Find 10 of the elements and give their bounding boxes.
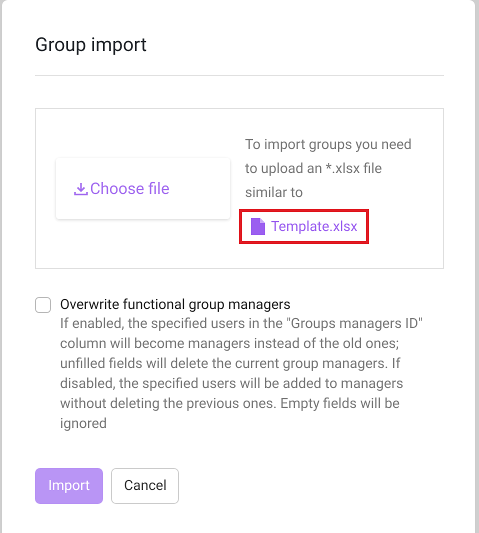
checkbox[interactable] bbox=[35, 297, 51, 313]
choose-file-button[interactable]: Choose file bbox=[56, 158, 230, 219]
download-icon bbox=[73, 180, 89, 196]
checkbox-label: Overwrite functional group managers bbox=[60, 296, 292, 314]
cancel-button[interactable]: Cancel bbox=[111, 468, 179, 504]
dialog-title: Group import bbox=[35, 32, 148, 58]
template-link[interactable]: Template.xlsx bbox=[239, 209, 370, 244]
option-description: If enabled, the specified users in the "Groups managers ID" column will become managers instead of the old ones; unfilled fields will delete the current group managers. If disabled, the specified users will be added to managers without deleting the previous ones. Empty fields will be ignored bbox=[60, 315, 424, 434]
instructions-text: To import groups you need to upload an *.xlsx file similar to bbox=[245, 136, 413, 203]
file-icon bbox=[251, 218, 265, 235]
